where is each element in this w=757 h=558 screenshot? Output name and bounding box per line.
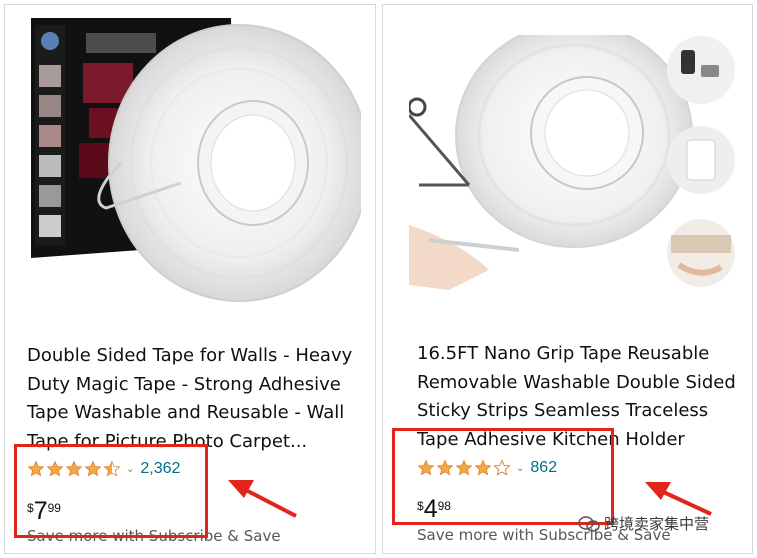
product-image[interactable] bbox=[31, 13, 361, 313]
wechat-icon bbox=[578, 515, 600, 532]
product-image[interactable] bbox=[409, 35, 749, 305]
red-arrow-icon bbox=[645, 482, 712, 516]
watermark: 跨境卖家集中营 bbox=[578, 513, 709, 534]
tape-product-photo bbox=[31, 18, 361, 302]
highlight-box bbox=[14, 444, 208, 538]
highlight-box bbox=[392, 428, 614, 525]
tape-product-photo bbox=[409, 35, 735, 290]
product-title[interactable]: Double Sided Tape for Walls - Heavy Duty… bbox=[27, 342, 367, 456]
watermark-text: 跨境卖家集中营 bbox=[604, 515, 710, 533]
red-arrow-icon bbox=[228, 480, 297, 518]
